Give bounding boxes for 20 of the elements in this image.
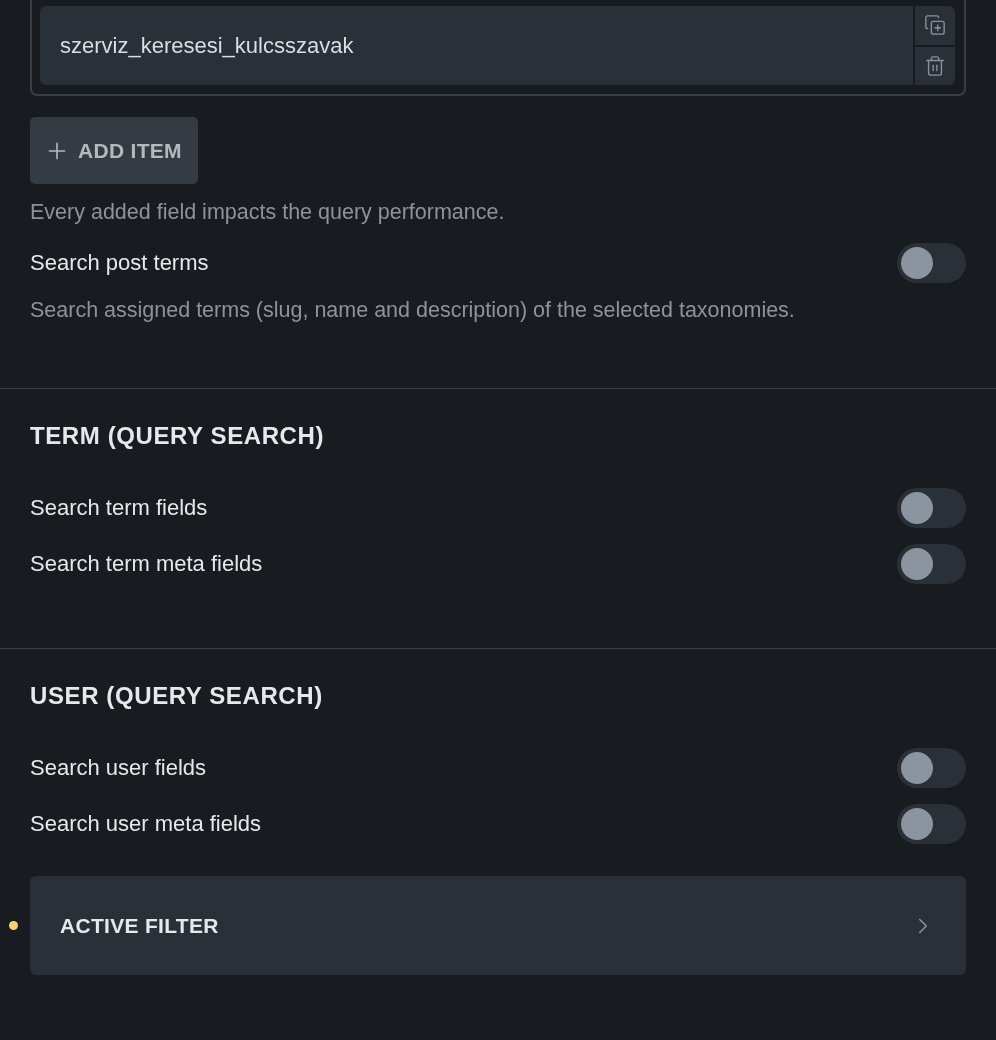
toggle-label: Search term meta fields — [30, 551, 263, 577]
section-heading: TERM (QUERY SEARCH) — [30, 421, 326, 451]
toggle-switch[interactable] — [897, 544, 966, 584]
toggle-switch[interactable] — [897, 243, 966, 283]
toggle-label: Search user meta fields — [30, 811, 262, 837]
toggle-label: Search user fields — [30, 755, 207, 781]
duplicate-button[interactable] — [915, 6, 955, 45]
help-text: Every added field impacts the query performance. — [30, 199, 506, 226]
copy-plus-icon — [924, 14, 946, 37]
trash-icon — [924, 54, 946, 77]
help-text: Search assigned terms (slug, name and description) of the selected taxonomies. — [30, 297, 796, 324]
text-field[interactable]: szerviz_keresesi_kulcsszavak — [40, 6, 913, 85]
delete-button[interactable] — [915, 46, 955, 85]
toggle-switch[interactable] — [897, 804, 966, 844]
toggle-switch[interactable] — [897, 748, 966, 788]
toggle-switch[interactable] — [897, 488, 966, 528]
section-heading: USER (QUERY SEARCH) — [30, 681, 324, 711]
toggle-label: Search post terms — [30, 250, 209, 276]
toggle-label: Search term fields — [30, 495, 208, 521]
add-item-button[interactable]: ADD ITEM — [30, 117, 198, 184]
